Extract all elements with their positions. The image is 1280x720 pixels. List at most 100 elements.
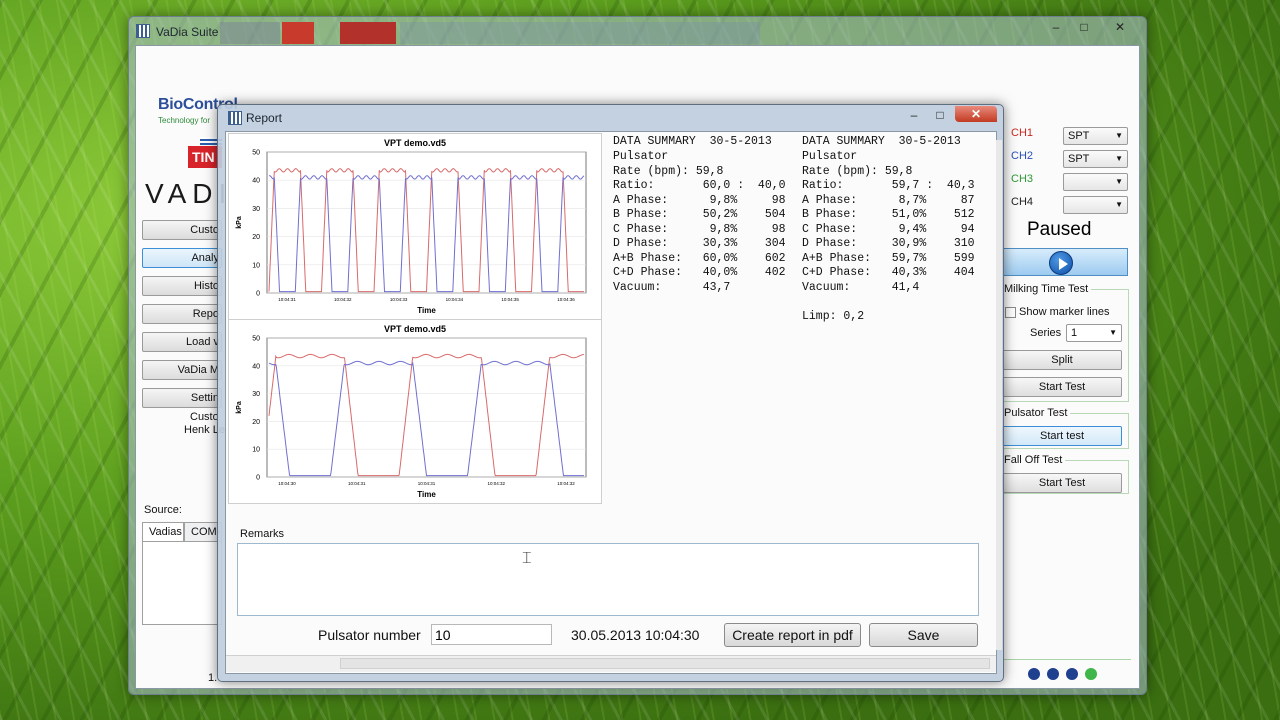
y-tick-label: 0	[256, 291, 260, 298]
chevron-down-icon: ▼	[1109, 328, 1117, 337]
y-tick-label: 30	[252, 391, 260, 398]
x-tick-label: 10:04:34	[446, 297, 464, 302]
summary-row: A Phase: 8,7% 87	[802, 193, 975, 207]
report-maximize-button[interactable]: □	[929, 106, 951, 124]
chart-panel-1: VPT demo.vd5Graphics: VaDia by BioContro…	[228, 133, 602, 320]
pulsator-start-test-button[interactable]: Start test	[1002, 426, 1122, 446]
series-value: 1	[1071, 327, 1078, 339]
report-close-button[interactable]: ✕	[955, 106, 997, 122]
source-list[interactable]	[142, 541, 222, 625]
y-tick-label: 10	[252, 447, 260, 454]
play-icon[interactable]	[1049, 251, 1073, 275]
summary-row: Vacuum: 43,7	[613, 280, 731, 294]
summary-header-0: DATA SUMMARY 30-5-2013	[613, 135, 772, 148]
y-tick-label: 50	[252, 150, 260, 157]
summary-row: Rate (bpm): 59,8	[613, 164, 724, 178]
summary-row: A Phase: 9,8% 98	[613, 193, 786, 207]
series-select[interactable]: 1 ▼	[1066, 324, 1122, 342]
y-axis-label: kPa	[236, 401, 243, 414]
chevron-down-icon: ▼	[1115, 200, 1123, 209]
channel-value-1: SPT	[1068, 130, 1090, 142]
series-label: Series	[1030, 327, 1062, 339]
chart-title: VPT demo.vd5	[384, 138, 446, 148]
summary-row: A+B Phase: 60,0% 602	[613, 251, 786, 265]
report-timestamp: 30.05.2013 10:04:30	[571, 627, 700, 643]
y-tick-label: 0	[256, 475, 260, 482]
close-button[interactable]: ✕	[1110, 18, 1130, 36]
report-icon	[228, 111, 242, 125]
x-tick-label: 10:04:32	[487, 481, 505, 486]
y-tick-label: 30	[252, 206, 260, 213]
channel-select-3[interactable]: ▼	[1063, 173, 1128, 191]
nav-button-4[interactable]: Load v	[142, 332, 222, 352]
maximize-button[interactable]: □	[1074, 18, 1094, 36]
save-button[interactable]: Save	[869, 623, 978, 647]
minimize-button[interactable]: –	[1046, 18, 1066, 36]
text-cursor-icon: ⌶	[522, 550, 532, 567]
create-pdf-button[interactable]: Create report in pdf	[724, 623, 861, 647]
x-axis-label: Time	[417, 490, 436, 499]
remarks-textarea[interactable]	[237, 543, 979, 616]
summary-row: Ratio: 60,0 : 40,0	[613, 179, 786, 192]
nav-button-1[interactable]: Analy	[142, 248, 222, 268]
status-label: Paused	[1027, 219, 1092, 240]
summary-section-1: Pulsator	[802, 150, 858, 163]
x-tick-label: 10:04:31	[348, 481, 366, 486]
milking-start-test-button[interactable]: Start Test	[1002, 377, 1122, 397]
fall-off-test-title: Fall Off Test	[1004, 454, 1066, 466]
chevron-down-icon: ▼	[1115, 177, 1123, 186]
fall-off-start-test-button[interactable]: Start Test	[1002, 473, 1122, 493]
y-tick-label: 20	[252, 419, 260, 426]
pulsation-chart-2: VPT demo.vd5Graphics: VaDia by BioContro…	[236, 324, 587, 499]
pulsator-number-label: Pulsator number	[318, 627, 421, 643]
chevron-down-icon: ▼	[1115, 154, 1123, 163]
y-tick-label: 50	[252, 336, 260, 343]
channel-select-2[interactable]: SPT ▼	[1063, 150, 1128, 168]
status-dot-3	[1066, 668, 1078, 680]
y-tick-label: 20	[252, 234, 260, 241]
y-tick-label: 40	[252, 178, 260, 185]
tab-vadias[interactable]: Vadias	[142, 522, 184, 542]
nav-button-6[interactable]: Settin	[142, 388, 222, 408]
horizontal-scrollbar[interactable]	[340, 658, 990, 669]
pulsation-chart-1: VPT demo.vd5Graphics: VaDia by BioContro…	[236, 138, 587, 315]
channel-select-1[interactable]: SPT ▼	[1063, 127, 1128, 145]
customer-label: Custo	[190, 411, 219, 423]
y-tick-label: 40	[252, 363, 260, 370]
summary-header-1: DATA SUMMARY 30-5-2013	[802, 135, 961, 148]
nav-button-2[interactable]: Histo	[142, 276, 222, 296]
nav-button-0[interactable]: Custo	[142, 220, 222, 240]
nav-button-5[interactable]: VaDia M	[142, 360, 222, 380]
y-tick-label: 10	[252, 262, 260, 269]
channel-label-3: CH3	[1011, 173, 1034, 185]
show-marker-lines-checkbox[interactable]	[1005, 307, 1016, 318]
summary-row: C Phase: 9,8% 98	[613, 222, 786, 236]
summary-limp-1: Limp: 0,2	[802, 310, 865, 323]
report-minimize-button[interactable]: –	[903, 106, 925, 124]
chart-title: VPT demo.vd5	[384, 324, 446, 334]
remarks-label: Remarks	[240, 528, 285, 540]
version-label: 1.	[208, 672, 218, 684]
milking-time-test-title: Milking Time Test	[1004, 283, 1092, 295]
pulsator-number-input[interactable]	[431, 624, 552, 645]
summary-row: Vacuum: 41,4	[802, 280, 920, 294]
y-axis-label: kPa	[236, 216, 243, 229]
x-tick-label: 10:04:32	[334, 297, 352, 302]
vertical-scrollbar[interactable]	[996, 140, 1002, 650]
channel-select-4[interactable]: ▼	[1063, 196, 1128, 214]
channel-label-4: CH4	[1011, 196, 1034, 208]
x-tick-label: 10:04:36	[557, 297, 575, 302]
x-tick-label: 10:04:30	[278, 481, 296, 486]
status-dot-2	[1047, 668, 1059, 680]
nav-button-3[interactable]: Repo	[142, 304, 222, 324]
taskbar-thumbnail-red	[282, 22, 314, 44]
x-tick-label: 10:04:31	[278, 297, 296, 302]
x-tick-label: 10:04:33	[390, 297, 408, 302]
taskbar-thumbnail	[220, 22, 280, 44]
logo-tagline: Technology for	[158, 116, 211, 125]
summary-row: A+B Phase: 59,7% 599	[802, 251, 975, 265]
split-button[interactable]: Split	[1002, 350, 1122, 370]
report-title: Report	[246, 111, 283, 125]
taskbar-thumbnail-red2	[340, 22, 396, 44]
summary-row: C Phase: 9,4% 94	[802, 222, 975, 236]
